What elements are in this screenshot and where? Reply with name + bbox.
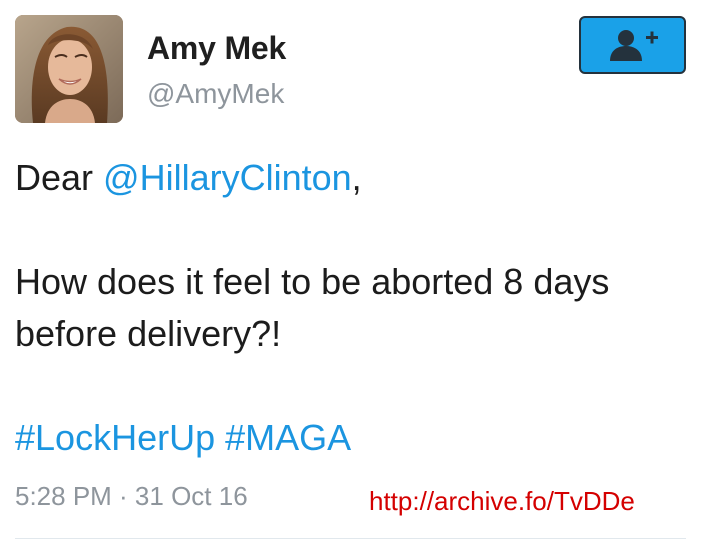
tweet-hashtags: #LockHerUp #MAGA bbox=[15, 412, 685, 464]
hashtag-link[interactable]: #MAGA bbox=[225, 417, 351, 458]
tweet-greeting: Dear bbox=[15, 157, 104, 198]
tweet-text: Dear @HillaryClinton, How does it feel t… bbox=[15, 152, 685, 464]
follow-button[interactable] bbox=[579, 16, 686, 74]
hashtag-link[interactable]: #LockHerUp bbox=[15, 417, 215, 458]
tweet-punctuation: , bbox=[351, 157, 362, 198]
archive-url-text: http://archive.fo/TvDDe bbox=[369, 486, 635, 516]
display-name[interactable]: Amy Mek bbox=[147, 30, 286, 67]
profile-photo bbox=[15, 15, 123, 123]
tweet-line-3: before delivery?! bbox=[15, 313, 282, 354]
tweet-line-1: Dear @HillaryClinton, bbox=[15, 152, 685, 204]
divider bbox=[15, 538, 686, 539]
mention-link[interactable]: @HillaryClinton bbox=[103, 157, 352, 198]
avatar[interactable] bbox=[15, 15, 123, 123]
add-user-icon bbox=[609, 30, 658, 61]
tweet-timestamp[interactable]: 5:28 PM · 31 Oct 16 bbox=[15, 481, 248, 512]
user-handle[interactable]: @AmyMek bbox=[147, 78, 284, 110]
tweet-line-2: How does it feel to be aborted 8 days bbox=[15, 261, 610, 302]
